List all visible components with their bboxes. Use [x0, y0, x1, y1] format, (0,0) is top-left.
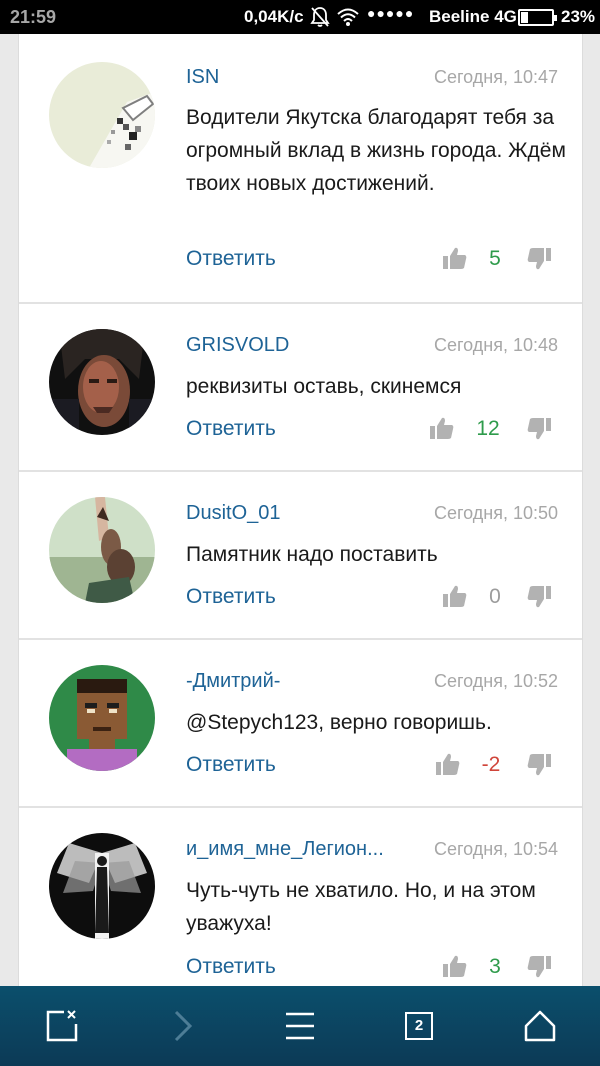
reply-button[interactable]: Ответить	[186, 585, 276, 609]
comment-author[interactable]: и_имя_мне_Легион...	[186, 838, 384, 861]
browser-nav-bar: 2	[0, 986, 600, 1066]
comments-list: ISN Сегодня, 10:47 Водители Якутска благ…	[18, 34, 583, 986]
thumbs-up-icon[interactable]	[442, 245, 468, 271]
comment-author[interactable]: DusitO_01	[186, 502, 281, 525]
comment-item: -Дмитрий- Сегодня, 10:52 @Stepych123, ве…	[19, 640, 582, 808]
comment-item: ISN Сегодня, 10:47 Водители Якутска благ…	[19, 34, 582, 304]
forward-arrow-icon[interactable]	[164, 1008, 200, 1044]
comment-text: Водители Якутска благодарят тебя за огро…	[186, 106, 566, 195]
comment-author[interactable]: GRISVOLD	[186, 334, 289, 357]
isn-avatar[interactable]	[49, 62, 155, 168]
reply-button[interactable]: Ответить	[186, 753, 276, 777]
comment-score: -2	[481, 753, 501, 776]
wifi-icon	[337, 8, 359, 26]
reply-button[interactable]: Ответить	[186, 417, 276, 441]
comment-score: 5	[489, 247, 501, 270]
battery-percent: 23%	[561, 7, 596, 26]
thumbs-down-icon[interactable]	[526, 584, 552, 610]
thumbs-up-icon[interactable]	[442, 953, 468, 979]
grisvold-avatar[interactable]	[49, 329, 155, 435]
thumbs-up-icon[interactable]	[442, 583, 468, 609]
thumbs-down-icon[interactable]	[526, 416, 552, 442]
tabs-icon[interactable]: 2	[405, 1012, 433, 1040]
comment-text: реквизиты оставь, скинемся	[186, 375, 462, 398]
home-icon[interactable]	[522, 1008, 558, 1044]
comment-item: и_имя_мне_Легион... Сегодня, 10:54 Чуть-…	[19, 808, 582, 986]
comment-text: @Stepych123, верно говоришь.	[186, 711, 492, 734]
close-tab-icon[interactable]	[44, 1008, 80, 1044]
legion-avatar[interactable]	[49, 833, 155, 939]
thumbs-up-icon[interactable]	[435, 751, 461, 777]
comment-text: Чуть-чуть не хватило. Но, и на этом уваж…	[186, 879, 536, 935]
thumbs-down-icon[interactable]	[526, 752, 552, 778]
battery-icon	[518, 9, 557, 26]
comment-item: DusitO_01 Сегодня, 10:50 Памятник надо п…	[19, 472, 582, 640]
comment-score: 0	[489, 585, 501, 608]
muted-bell-icon	[310, 7, 330, 27]
network-speed: 0,04K/c	[244, 7, 304, 26]
menu-icon[interactable]	[282, 1008, 318, 1044]
thumbs-down-icon[interactable]	[526, 954, 552, 980]
comment-author[interactable]: ISN	[186, 66, 219, 89]
comment-author[interactable]: -Дмитрий-	[186, 670, 280, 693]
thumbs-down-icon[interactable]	[526, 246, 552, 272]
comment-time: Сегодня, 10:54	[433, 839, 558, 859]
comment-text: Памятник надо поставить	[186, 543, 438, 566]
reply-button[interactable]: Ответить	[186, 247, 276, 271]
dusito-avatar[interactable]	[49, 497, 155, 603]
status-bar: 21:59 0,04K/c ●●●●● Beeline 4G 23%	[0, 0, 600, 34]
signal-strength: ●●●●●	[367, 5, 415, 21]
comment-time: Сегодня, 10:50	[433, 503, 558, 523]
comment-time: Сегодня, 10:52	[433, 671, 558, 691]
comment-score: 12	[476, 417, 500, 440]
reply-button[interactable]: Ответить	[186, 955, 276, 979]
thumbs-up-icon[interactable]	[429, 415, 455, 441]
comment-item: GRISVOLD Сегодня, 10:48 реквизиты оставь…	[19, 304, 582, 472]
comment-score: 3	[489, 955, 501, 978]
carrier-name: Beeline 4G	[429, 7, 517, 26]
dmitriy-avatar[interactable]	[49, 665, 155, 771]
comment-time: Сегодня, 10:47	[433, 67, 558, 87]
comment-time: Сегодня, 10:48	[433, 335, 558, 355]
